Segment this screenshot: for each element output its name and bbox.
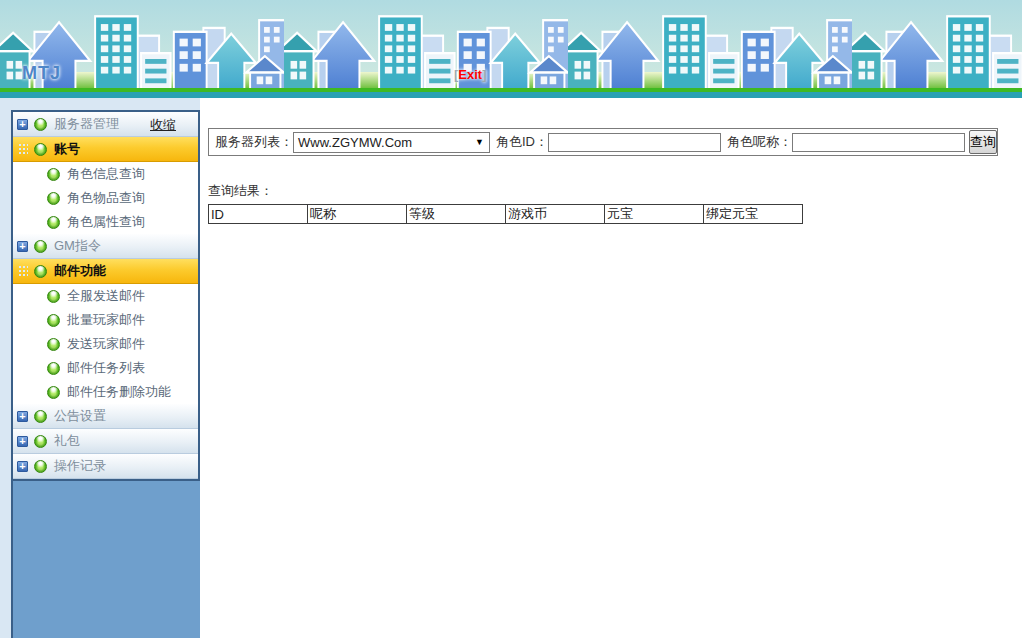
sidebar-item[interactable]: 全服发送邮件 bbox=[13, 284, 198, 308]
sidebar-item[interactable]: 角色信息查询 bbox=[13, 162, 198, 186]
nickname-label: 角色呢称： bbox=[727, 133, 792, 151]
top-banner: MTJ [Exit] bbox=[0, 0, 1022, 98]
expand-plus-icon[interactable]: + bbox=[17, 461, 28, 472]
sidebar-item[interactable]: 批量玩家邮件 bbox=[13, 308, 198, 332]
role-id-input[interactable] bbox=[548, 133, 721, 152]
sidebar-item-label: 角色属性查询 bbox=[67, 213, 145, 231]
result-table: ID呢称等级游戏币元宝绑定元宝 bbox=[208, 204, 803, 224]
exit-label: Exit bbox=[458, 67, 482, 82]
green-orb-icon bbox=[34, 460, 47, 473]
green-orb-icon bbox=[34, 240, 47, 253]
main-content: 服务器列表： Www.ZGYMW.Com ▼ 角色ID： 角色呢称： 查询 查询… bbox=[200, 98, 1022, 638]
table-header-cell: 呢称 bbox=[308, 205, 407, 224]
sidebar-item[interactable]: 邮件任务列表 bbox=[13, 356, 198, 380]
green-orb-icon bbox=[47, 192, 60, 205]
green-orb-icon bbox=[47, 216, 60, 229]
sidebar-item[interactable]: 账号 bbox=[13, 137, 198, 162]
sidebar-item-label: 公告设置 bbox=[54, 407, 106, 425]
sidebar-item[interactable]: 邮件任务删除功能 bbox=[13, 380, 198, 404]
sidebar-item[interactable]: + 服务器管理 收缩 bbox=[13, 112, 198, 137]
green-orb-icon bbox=[34, 265, 47, 278]
sidebar-item-label: 角色信息查询 bbox=[67, 165, 145, 183]
logo: MTJ bbox=[22, 63, 61, 84]
exit-link[interactable]: [Exit] bbox=[454, 67, 487, 82]
table-header-cell: 绑定元宝 bbox=[704, 205, 803, 224]
sidebar-menu: + 服务器管理 收缩账号角色信息查询角色物品查询角色属性查询 + GM指令邮件功能全服发… bbox=[13, 112, 200, 481]
sidebar-item-label: 礼包 bbox=[54, 432, 80, 450]
expand-plus-icon[interactable]: + bbox=[17, 119, 28, 130]
sidebar-item-label: 邮件功能 bbox=[54, 262, 106, 280]
table-header-cell: 等级 bbox=[407, 205, 506, 224]
green-orb-icon bbox=[47, 168, 60, 181]
expand-plus-icon[interactable]: + bbox=[17, 411, 28, 422]
sidebar-item-label: 账号 bbox=[54, 140, 80, 158]
sidebar-item[interactable]: 角色属性查询 bbox=[13, 210, 198, 234]
sidebar-item[interactable]: 发送玩家邮件 bbox=[13, 332, 198, 356]
sidebar-item-label: 角色物品查询 bbox=[67, 189, 145, 207]
sidebar-item-label: GM指令 bbox=[54, 237, 101, 255]
sidebar-item[interactable]: + 操作记录 bbox=[13, 454, 198, 479]
exit-bracket-close: ] bbox=[482, 67, 486, 82]
green-orb-icon bbox=[47, 338, 60, 351]
green-orb-icon bbox=[34, 435, 47, 448]
query-button[interactable]: 查询 bbox=[969, 130, 997, 154]
collapse-link[interactable]: 收缩 bbox=[150, 116, 176, 134]
table-header-cell: 游戏币 bbox=[506, 205, 605, 224]
sidebar-item[interactable]: + 公告设置 bbox=[13, 404, 198, 429]
sidebar-item-label: 邮件任务删除功能 bbox=[67, 383, 171, 401]
server-list-label: 服务器列表： bbox=[215, 133, 293, 151]
sidebar-item-label: 操作记录 bbox=[54, 457, 106, 475]
green-orb-icon bbox=[34, 143, 47, 156]
sidebar-item-label: 发送玩家邮件 bbox=[67, 335, 145, 353]
role-id-label: 角色ID： bbox=[496, 133, 548, 151]
table-header-cell: ID bbox=[209, 205, 308, 224]
green-orb-icon bbox=[34, 410, 47, 423]
green-orb-icon bbox=[34, 118, 47, 131]
dropdown-arrow-icon: ▼ bbox=[475, 137, 489, 147]
nickname-input[interactable] bbox=[792, 133, 965, 152]
sidebar-item[interactable]: + GM指令 bbox=[13, 234, 198, 259]
sidebar-item[interactable]: 角色物品查询 bbox=[13, 186, 198, 210]
sidebar-item-label: 批量玩家邮件 bbox=[67, 311, 145, 329]
query-form: 服务器列表： Www.ZGYMW.Com ▼ 角色ID： 角色呢称： 查询 bbox=[208, 128, 998, 156]
sidebar: + 服务器管理 收缩账号角色信息查询角色物品查询角色属性查询 + GM指令邮件功能全服发… bbox=[0, 98, 200, 638]
sidebar-box: + 服务器管理 收缩账号角色信息查询角色物品查询角色属性查询 + GM指令邮件功能全服发… bbox=[11, 110, 200, 638]
green-orb-icon bbox=[47, 290, 60, 303]
result-label: 查询结果： bbox=[208, 182, 273, 200]
sidebar-item[interactable]: + 礼包 bbox=[13, 429, 198, 454]
grip-dots-icon bbox=[17, 142, 28, 156]
sidebar-item-label: 邮件任务列表 bbox=[67, 359, 145, 377]
green-orb-icon bbox=[47, 314, 60, 327]
table-header-cell: 元宝 bbox=[605, 205, 704, 224]
green-orb-icon bbox=[47, 386, 60, 399]
sidebar-item-label: 全服发送邮件 bbox=[67, 287, 145, 305]
grip-dots-icon bbox=[17, 264, 28, 278]
server-select-value: Www.ZGYMW.Com bbox=[294, 135, 475, 150]
sidebar-item[interactable]: 邮件功能 bbox=[13, 259, 198, 284]
server-select[interactable]: Www.ZGYMW.Com ▼ bbox=[293, 132, 490, 153]
expand-plus-icon[interactable]: + bbox=[17, 241, 28, 252]
sidebar-item-label: 服务器管理 bbox=[54, 115, 119, 133]
table-header-row: ID呢称等级游戏币元宝绑定元宝 bbox=[209, 205, 803, 224]
expand-plus-icon[interactable]: + bbox=[17, 436, 28, 447]
green-orb-icon bbox=[47, 362, 60, 375]
